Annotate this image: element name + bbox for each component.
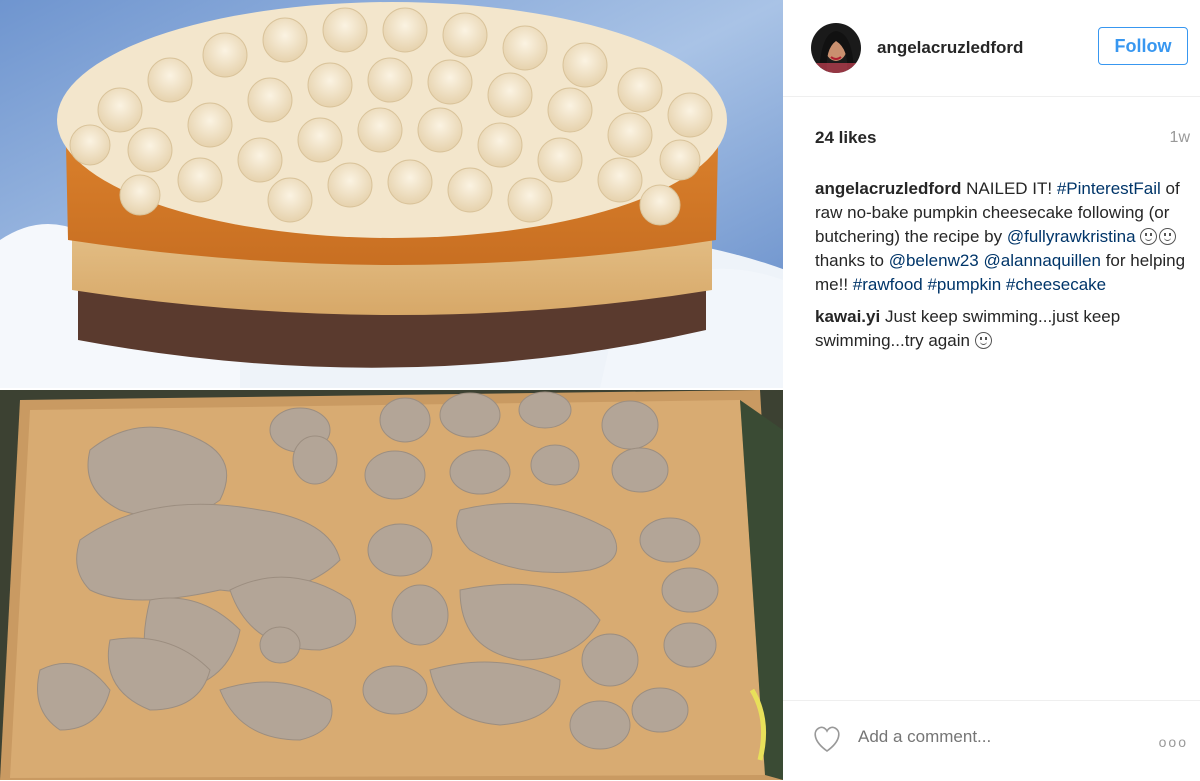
comments-list: angelacruzledford NAILED IT! #PinterestF… (815, 177, 1190, 361)
mention-fullyrawkristina[interactable]: @fullyrawkristina (1007, 227, 1136, 246)
post-time[interactable]: 1w (1170, 129, 1190, 147)
hashtag-cheesecake[interactable]: #cheesecake (1006, 275, 1106, 294)
add-comment-input[interactable] (858, 727, 1108, 747)
hashtag-pumpkin[interactable]: #pumpkin (927, 275, 1001, 294)
post-side-panel: angelacruzledford Follow 24 likes 1w ang… (783, 0, 1200, 780)
username[interactable]: angelacruzledford (877, 38, 1023, 58)
mention-alannaquillen[interactable]: @alannaquillen (984, 251, 1101, 270)
more-options-icon[interactable]: ooo (1159, 734, 1188, 750)
comment-username[interactable]: kawai.yi (815, 307, 880, 326)
caption-text-3: thanks to (815, 251, 889, 270)
heart-outline-icon[interactable] (811, 725, 843, 753)
caption: angelacruzledford NAILED IT! #PinterestF… (815, 177, 1190, 297)
comment-footer: ooo (783, 700, 1200, 781)
likes-count[interactable]: 24 likes (815, 128, 876, 148)
avatar[interactable] (811, 23, 861, 73)
comment-item: kawai.yi Just keep swimming...just keep … (815, 305, 1190, 353)
failed-cake-photo (0, 390, 783, 780)
cheesecake-photo (0, 0, 783, 388)
caption-username[interactable]: angelacruzledford (815, 179, 961, 198)
smiley-emoji-icon (974, 332, 992, 349)
follow-button[interactable]: Follow (1098, 27, 1188, 65)
smiley-emoji-icon (1159, 228, 1177, 245)
instagram-post: angelacruzledford Follow 24 likes 1w ang… (0, 0, 1200, 780)
post-header: angelacruzledford Follow (783, 0, 1200, 97)
post-media[interactable] (0, 0, 783, 780)
hashtag-rawfood[interactable]: #rawfood (853, 275, 923, 294)
mention-belenw23[interactable]: @belenw23 (889, 251, 979, 270)
hashtag-pinterestfail[interactable]: #PinterestFail (1057, 179, 1161, 198)
caption-text-1: NAILED IT! (961, 179, 1057, 198)
smiley-emoji-icon (1140, 228, 1158, 245)
